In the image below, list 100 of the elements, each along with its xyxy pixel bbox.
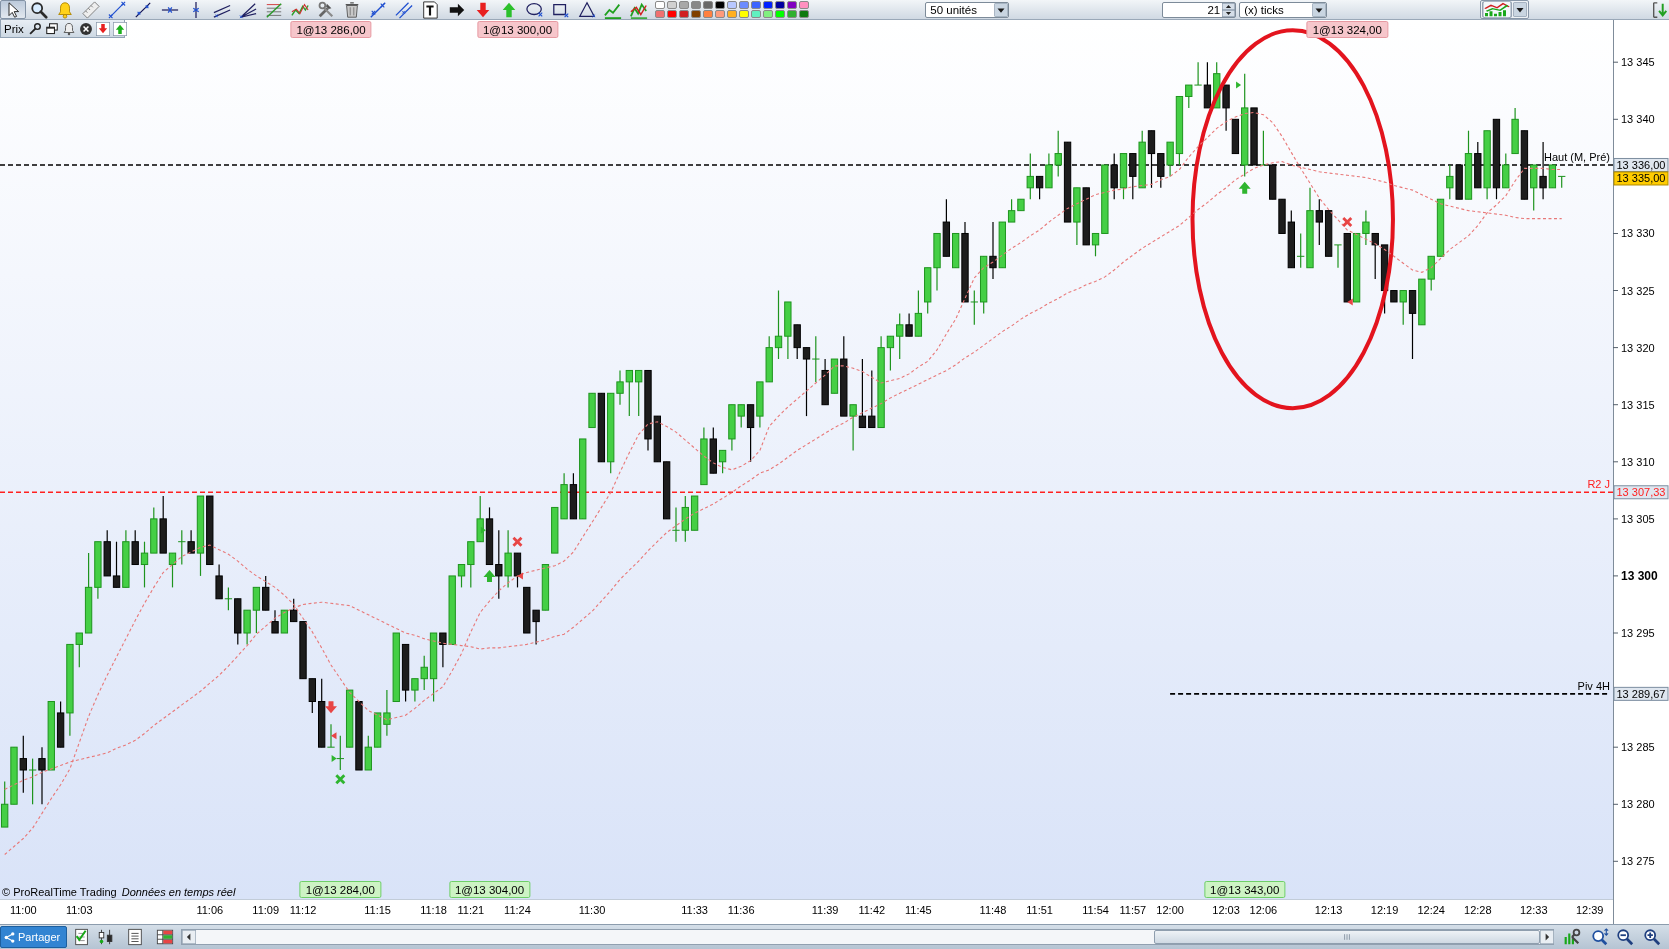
time-axis-label: 11:33 [681, 904, 708, 916]
line-icon[interactable] [369, 0, 388, 19]
time-axis-label: 11:45 [905, 904, 932, 916]
chart-type-button[interactable] [1480, 0, 1530, 19]
level-label: Haut (M, Pré) [1544, 151, 1610, 163]
time-axis-label: 11:48 [979, 904, 1007, 916]
zigzag-icon[interactable] [291, 0, 309, 19]
pointer-tool-button[interactable] [0, 0, 26, 19]
color-swatch-icon[interactable] [715, 10, 726, 18]
chart-title: Prix [4, 22, 24, 35]
time-axis-label: 11:03 [65, 904, 93, 916]
windows-icon[interactable] [44, 21, 59, 36]
color-swatch-icon[interactable] [667, 1, 678, 9]
color-swatch-icon[interactable] [655, 1, 666, 9]
price-tag: 13 307,33 [1613, 485, 1669, 500]
price-tag: 13 289,67 [1613, 686, 1669, 701]
arrow-up-icon[interactable] [112, 21, 127, 36]
time-axis-label: 12:39 [1575, 904, 1604, 916]
time-axis-label: 11:36 [727, 904, 755, 916]
color-swatch-icon[interactable] [787, 1, 798, 9]
order-label: 1@13 286,00 [290, 21, 372, 38]
line-icon[interactable] [134, 0, 153, 19]
zoom-out-icon[interactable] [1616, 928, 1634, 946]
price-axis-label: 13 315 [1621, 398, 1655, 411]
price-axis-label: 13 310 [1621, 455, 1655, 468]
time-axis-label: 11:51 [1026, 904, 1053, 916]
color-swatch-icon[interactable] [691, 10, 702, 18]
time-axis-label: 11:54 [1082, 904, 1109, 916]
scroll-left-icon[interactable] [182, 930, 196, 944]
line-chart-icon[interactable] [630, 0, 649, 19]
bell-icon[interactable] [61, 21, 76, 36]
candlestick [485, 506, 494, 566]
color-swatch-icon[interactable] [775, 10, 786, 18]
time-axis-label: 12:06 [1249, 904, 1278, 916]
interval-unit-dropdown[interactable]: (x) ticks [1239, 1, 1328, 18]
share-button[interactable]: Partager [0, 926, 67, 948]
color-swatch-icon[interactable] [703, 10, 714, 18]
copyright-text: © ProRealTime Trading [2, 886, 117, 898]
color-swatch-icon[interactable] [739, 10, 750, 18]
tools-icon[interactable] [317, 0, 336, 19]
time-axis-label: 11:00 [9, 904, 37, 916]
color-swatch-icon[interactable] [679, 10, 690, 18]
color-swatch-icon[interactable] [751, 10, 762, 18]
color-swatch-icon[interactable] [715, 1, 726, 9]
color-swatch-icon[interactable] [679, 1, 690, 9]
time-axis-label: 11:21 [457, 904, 485, 916]
arrow-icon[interactable] [1651, 0, 1669, 19]
ellipse-icon[interactable] [525, 0, 544, 19]
order-label: 1@13 324,00 [1306, 21, 1388, 38]
color-swatch-icon[interactable] [799, 1, 810, 9]
price-axis-label: 13 325 [1621, 284, 1655, 297]
arrow-down-icon[interactable] [95, 21, 110, 36]
quantity-dropdown[interactable]: 50 unités [925, 1, 1010, 18]
text-icon[interactable] [421, 0, 440, 19]
fan-lines-icon[interactable] [238, 0, 257, 19]
price-axis-label: 13 345 [1621, 56, 1655, 69]
horizontal-scrollbar[interactable] [181, 929, 1554, 945]
color-swatch-icon[interactable] [763, 10, 774, 18]
wrench-icon[interactable] [27, 21, 42, 36]
interval-field[interactable]: 21 [1162, 1, 1237, 18]
color-swatch-icon[interactable] [787, 10, 798, 18]
color-swatch-icon[interactable] [751, 1, 762, 9]
search-icon[interactable] [30, 0, 49, 19]
levels-icon[interactable] [264, 0, 283, 19]
color-swatch-icon[interactable] [691, 1, 702, 9]
triangle-icon [480, 526, 486, 534]
triangle-icon [1236, 81, 1242, 89]
color-swatch-icon[interactable] [667, 10, 678, 18]
scroll-thumb[interactable] [1154, 930, 1540, 944]
cross-icon [1342, 217, 1353, 228]
line-icon[interactable] [108, 0, 127, 19]
zoom-in-icon[interactable] [1643, 928, 1661, 946]
time-axis-label: 11:09 [252, 904, 280, 916]
color-swatch-icon[interactable] [655, 10, 666, 18]
price-axis-label: 13 320 [1621, 341, 1655, 354]
candles-icon[interactable] [97, 928, 115, 946]
caret-icon [1513, 2, 1528, 17]
color-swatch-icon[interactable] [739, 1, 750, 9]
checklist-icon[interactable] [73, 928, 91, 946]
color-swatch-icon[interactable] [727, 10, 738, 18]
zoom-vertical-icon[interactable] [1591, 928, 1609, 946]
parallel-lines-icon[interactable] [395, 0, 414, 19]
close-icon[interactable] [78, 21, 93, 36]
order-label: 1@13 300,00 [476, 21, 559, 38]
color-swatch-icon[interactable] [775, 1, 786, 9]
caret-icon[interactable] [1312, 2, 1327, 17]
cursor-icon [5, 1, 21, 18]
color-swatch-icon[interactable] [799, 10, 810, 18]
table-icon[interactable] [156, 928, 174, 946]
scroll-right-icon[interactable] [1540, 930, 1554, 944]
spin-arrows-icon[interactable] [1222, 2, 1236, 17]
color-swatch-icon[interactable] [727, 1, 738, 9]
color-swatch-icon[interactable] [703, 1, 714, 9]
color-swatch-icon[interactable] [763, 1, 774, 9]
level-label: Piv 4H [1577, 679, 1610, 692]
candlestick [541, 563, 550, 611]
wrench-chart-icon[interactable] [1563, 928, 1581, 946]
triangle-icon[interactable] [578, 0, 596, 19]
document-icon[interactable] [126, 928, 144, 946]
caret-icon[interactable] [994, 2, 1009, 17]
